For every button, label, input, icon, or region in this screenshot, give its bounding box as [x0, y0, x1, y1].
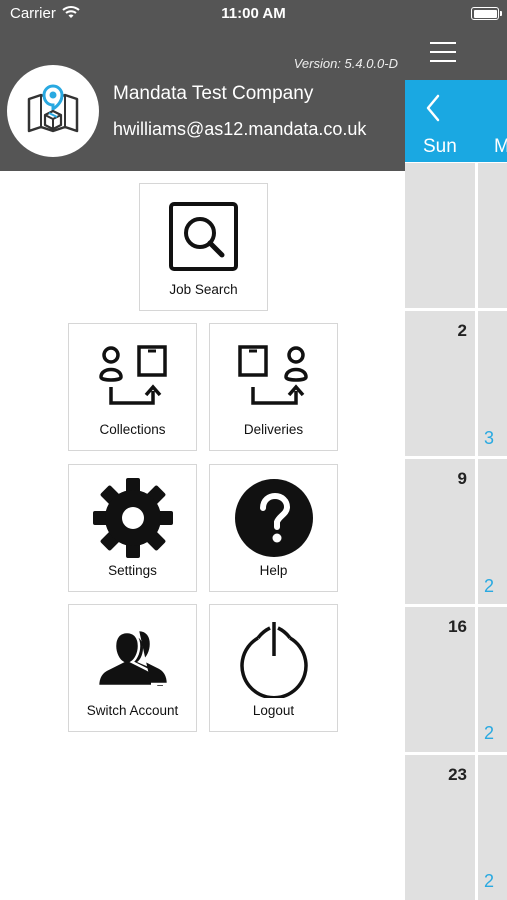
calendar-cell[interactable]: 23 [405, 755, 475, 900]
user-email: hwilliams@as12.mandata.co.uk [113, 119, 367, 139]
menu-label: Logout [252, 703, 295, 718]
battery-icon [471, 7, 502, 20]
map-parcel-logo-icon [27, 84, 79, 133]
menu-label: Job Search [169, 282, 238, 297]
job-count: 2 [484, 871, 495, 891]
job-count: 3 [484, 428, 495, 448]
menu-label: Deliveries [243, 422, 304, 437]
job-count: 2 [484, 576, 495, 596]
job-count: 2 [484, 723, 495, 743]
settings-button[interactable]: Settings [68, 464, 197, 592]
calendar-cell[interactable]: 16 [405, 607, 475, 752]
date-number: 23 [448, 765, 467, 784]
menu-label: Settings [108, 563, 157, 578]
side-drawer: Version: 5.4.0.0-D Mandata Test Company … [0, 0, 405, 900]
switch-account-button[interactable]: Switch Account [68, 604, 197, 732]
switch-account-icon [96, 628, 170, 688]
menu-label: Collections [99, 422, 166, 437]
job-search-icon [169, 202, 238, 271]
date-number: 9 [457, 469, 467, 488]
weekday-mon: M [494, 136, 507, 157]
calendar-pane: Sun M 2 3 9 2 16 2 23 2 [405, 0, 507, 900]
version-label: Version: 5.4.0.0-D [293, 56, 398, 71]
status-time: 11:00 AM [221, 5, 286, 22]
menu-label: Switch Account [86, 703, 179, 718]
date-number: 16 [448, 617, 467, 636]
help-icon [235, 479, 313, 557]
weekday-sun: Sun [423, 136, 457, 157]
company-name: Mandata Test Company [113, 83, 314, 104]
calendar-cell[interactable]: 2 [405, 311, 475, 456]
company-logo [7, 65, 99, 157]
deliveries-button[interactable]: Deliveries [209, 323, 338, 451]
back-chevron-icon[interactable] [425, 94, 441, 122]
calendar-header: Sun M [405, 80, 507, 162]
nav-bar [405, 28, 507, 80]
date-number: 2 [457, 321, 467, 340]
collections-button[interactable]: Collections [68, 323, 197, 451]
deliveries-icon [238, 345, 308, 405]
calendar-cell[interactable] [405, 163, 475, 308]
hamburger-menu-icon[interactable] [430, 42, 456, 62]
menu-label: Help [259, 563, 288, 578]
calendar-cell[interactable] [478, 163, 507, 308]
profile-header: Version: 5.4.0.0-D Mandata Test Company … [0, 28, 405, 171]
gear-icon [93, 478, 173, 558]
calendar-cell[interactable]: 9 [405, 459, 475, 604]
logout-button[interactable]: Logout [209, 604, 338, 732]
job-search-button[interactable]: Job Search [139, 183, 268, 311]
collections-icon [99, 345, 167, 405]
help-button[interactable]: Help [209, 464, 338, 592]
power-icon [240, 622, 308, 698]
status-bar: Carrier 11:00 AM [0, 0, 507, 28]
